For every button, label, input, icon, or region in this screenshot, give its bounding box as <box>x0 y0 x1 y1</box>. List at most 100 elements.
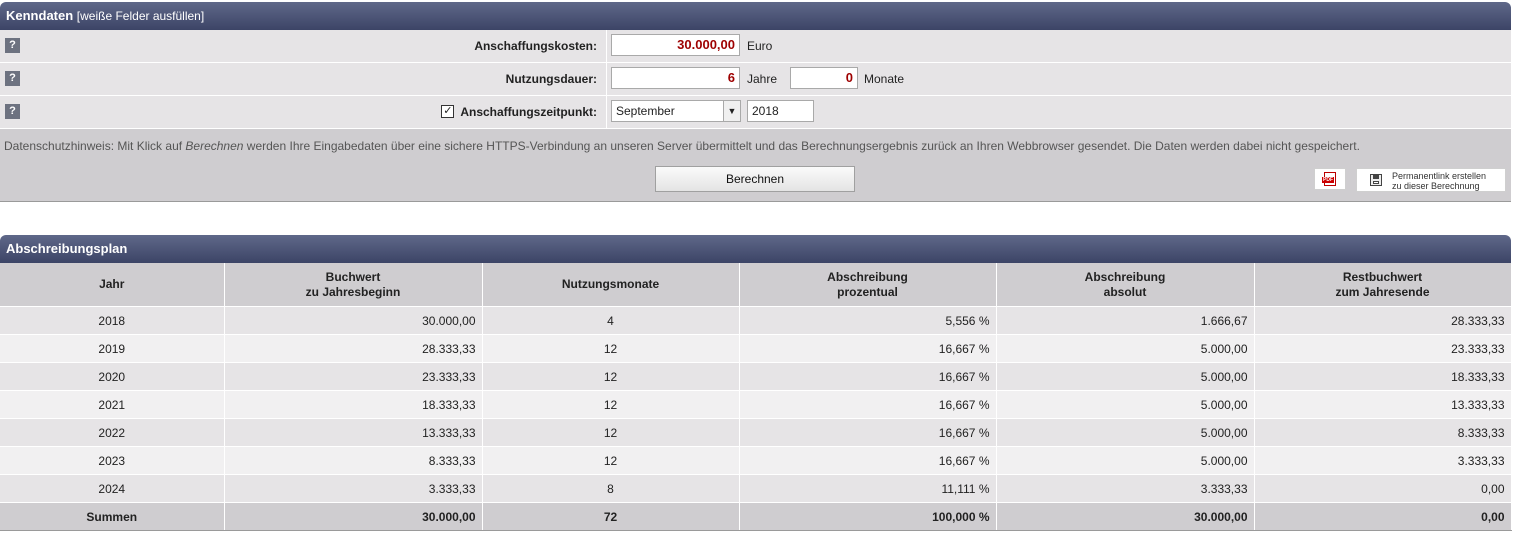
sum-cell-restbuchwert-jahresende: 0,00 <box>1254 502 1512 531</box>
monate-unit: Monate <box>864 72 905 86</box>
notice-area: Datenschutzhinweis: Mit Klick auf Berech… <box>0 129 1511 202</box>
sum-cell-jahr: Summen <box>0 502 225 531</box>
cell-restbuchwert-jahresende: 23.333,33 <box>1254 334 1512 363</box>
column-header-abschreibung-absolut: Abschreibung absolut <box>996 263 1255 307</box>
abschreibungsplan-panel: Abschreibungsplan Jahr Buchwert zu Jahresb… <box>0 235 1512 531</box>
help-icon[interactable]: ? <box>5 104 20 119</box>
column-header-line1: Restbuchwert <box>1342 269 1423 284</box>
help-icon[interactable]: ? <box>5 38 20 53</box>
table-header-row: Jahr Buchwert zu Jahresbeginn Nutzungsmonat… <box>0 263 1512 307</box>
berechnen-button[interactable]: Berechnen <box>655 166 855 192</box>
cell-jahr: 2023 <box>0 446 225 475</box>
column-header-line1: Abschreibung <box>1084 269 1166 284</box>
cell-jahr: 2022 <box>0 418 225 447</box>
pdf-button[interactable]: PDF <box>1314 168 1346 190</box>
cell-nutzungsmonate: 12 <box>482 446 740 475</box>
cell-nutzungsmonate: 12 <box>482 418 740 447</box>
year-input[interactable]: 2018 <box>747 100 814 122</box>
cell-jahr: 2018 <box>0 306 225 335</box>
cell-abschreibung-absolut: 5.000,00 <box>996 418 1255 447</box>
column-header-jahr: Jahr <box>0 263 225 307</box>
nutzungsdauer-label: Nutzungsdauer: <box>505 72 597 86</box>
cell-abschreibung-prozentual: 16,667 % <box>739 390 997 419</box>
column-header-line1: Jahr <box>99 277 125 291</box>
permalink-line2: zu dieser Berechnung <box>1392 181 1480 191</box>
abschreibungsplan-title: Abschreibungsplan <box>6 241 128 256</box>
column-header-restbuchwert-jahresende: Restbuchwert zum Jahresende <box>1254 263 1512 307</box>
help-icon[interactable]: ? <box>5 71 20 86</box>
anschaffungszeitpunkt-label: Anschaffungszeitpunkt: <box>460 105 597 119</box>
cell-restbuchwert-jahresende: 18.333,33 <box>1254 362 1512 391</box>
anschaffungszeitpunkt-value-area: September ▼ 2018 <box>606 96 1511 128</box>
floppy-disk-icon <box>1370 174 1382 186</box>
month-select-value: September <box>616 104 675 118</box>
cell-abschreibung-prozentual: 5,556 % <box>739 306 997 335</box>
notice-emphasis: Berechnen <box>185 139 244 153</box>
anschaffungskosten-input[interactable]: 30.000,00 <box>611 34 740 56</box>
column-header-line1: Nutzungsmonate <box>561 277 660 291</box>
jahre-input[interactable]: 6 <box>611 67 740 89</box>
cell-abschreibung-absolut: 3.333,33 <box>996 474 1255 503</box>
jahre-unit: Jahre <box>747 72 778 86</box>
cell-abschreibung-absolut: 1.666,67 <box>996 306 1255 335</box>
row-anschaffungskosten: ? Anschaffungskosten: 30.000,00 Euro <box>0 30 1511 63</box>
column-header-line2: prozentual <box>837 284 898 299</box>
cell-abschreibung-prozentual: 16,667 % <box>739 446 997 475</box>
kenndaten-header: Kenndaten [weiße Felder ausfüllen] <box>0 2 1511 30</box>
anschaffungskosten-value-area: 30.000,00 Euro <box>606 30 1511 62</box>
euro-unit: Euro <box>747 39 773 53</box>
sum-cell-abschreibung-absolut: 30.000,00 <box>996 502 1255 531</box>
cell-abschreibung-prozentual: 16,667 % <box>739 334 997 363</box>
table-row: 2019 28.333,33 12 16,667 % 5.000,00 23.333,33 <box>0 334 1512 363</box>
cell-jahr: 2020 <box>0 362 225 391</box>
cell-restbuchwert-jahresende: 13.333,33 <box>1254 390 1512 419</box>
sum-cell-abschreibung-prozentual: 100,000 % <box>739 502 997 531</box>
privacy-notice: Datenschutzhinweis: Mit Klick auf Berech… <box>4 139 1360 153</box>
table-sum-row: Summen 30.000,00 72 100,000 % 30.000,00 0,00 <box>0 502 1512 531</box>
cell-restbuchwert-jahresende: 8.333,33 <box>1254 418 1512 447</box>
anschaffungszeitpunkt-label-wrap: ✓ Anschaffungszeitpunkt: <box>441 96 597 128</box>
cell-abschreibung-prozentual: 16,667 % <box>739 362 997 391</box>
sum-cell-nutzungsmonate: 72 <box>482 502 740 531</box>
table-row: 2024 3.333,33 8 11,111 % 3.333,33 0,00 <box>0 474 1512 503</box>
abschreibungsplan-header: Abschreibungsplan <box>0 235 1511 263</box>
permalink-line1: Permanentlink erstellen <box>1392 171 1487 181</box>
column-header-line2: zu Jahresbeginn <box>305 284 401 299</box>
cell-abschreibung-prozentual: 11,111 % <box>739 474 997 503</box>
monate-input[interactable]: 0 <box>790 67 858 89</box>
permalink-button[interactable]: Permanentlink erstellen zu dieser Berech… <box>1356 168 1506 192</box>
table-row: 2022 13.333,33 12 16,667 % 5.000,00 8.333,33 <box>0 418 1512 447</box>
month-select[interactable]: September ▼ <box>611 100 741 122</box>
kenndaten-subtitle: [weiße Felder ausfüllen] <box>76 9 205 23</box>
kenndaten-title: Kenndaten <box>6 8 74 23</box>
cell-jahr: 2019 <box>0 334 225 363</box>
column-header-line2: absolut <box>1103 284 1147 299</box>
cell-abschreibung-absolut: 5.000,00 <box>996 334 1255 363</box>
permalink-label: Permanentlink erstellen zu dieser Berech… <box>1392 171 1486 191</box>
cell-restbuchwert-jahresende: 0,00 <box>1254 474 1512 503</box>
column-header-buchwert-jahresbeginn: Buchwert zu Jahresbeginn <box>224 263 483 307</box>
anschaffungszeitpunkt-checkbox[interactable]: ✓ <box>441 105 455 119</box>
cell-jahr: 2021 <box>0 390 225 419</box>
cell-abschreibung-absolut: 5.000,00 <box>996 390 1255 419</box>
sum-cell-buchwert-jahresbeginn: 30.000,00 <box>224 502 483 531</box>
row-anschaffungszeitpunkt: ? ✓ Anschaffungszeitpunkt: September ▼ 20… <box>0 96 1511 129</box>
cell-restbuchwert-jahresende: 3.333,33 <box>1254 446 1512 475</box>
pdf-icon: PDF <box>1322 172 1336 186</box>
cell-jahr: 2024 <box>0 474 225 503</box>
cell-buchwert-jahresbeginn: 13.333,33 <box>224 418 483 447</box>
column-header-line1: Abschreibung <box>827 269 908 284</box>
column-header-nutzungsmonate: Nutzungsmonate <box>482 263 740 307</box>
column-header-abschreibung-prozentual: Abschreibung prozentual <box>739 263 997 307</box>
cell-nutzungsmonate: 4 <box>482 306 740 335</box>
notice-suffix: werden Ihre Eingabedaten über eine siche… <box>243 139 1360 153</box>
anschaffungskosten-label: Anschaffungskosten: <box>474 39 597 53</box>
cell-nutzungsmonate: 12 <box>482 362 740 391</box>
chevron-down-icon[interactable]: ▼ <box>723 101 740 121</box>
cell-abschreibung-prozentual: 16,667 % <box>739 418 997 447</box>
pdf-icon-label: PDF <box>1322 177 1334 183</box>
table-row: 2023 8.333,33 12 16,667 % 5.000,00 3.333,33 <box>0 446 1512 475</box>
cell-abschreibung-absolut: 5.000,00 <box>996 362 1255 391</box>
cell-nutzungsmonate: 8 <box>482 474 740 503</box>
cell-buchwert-jahresbeginn: 30.000,00 <box>224 306 483 335</box>
